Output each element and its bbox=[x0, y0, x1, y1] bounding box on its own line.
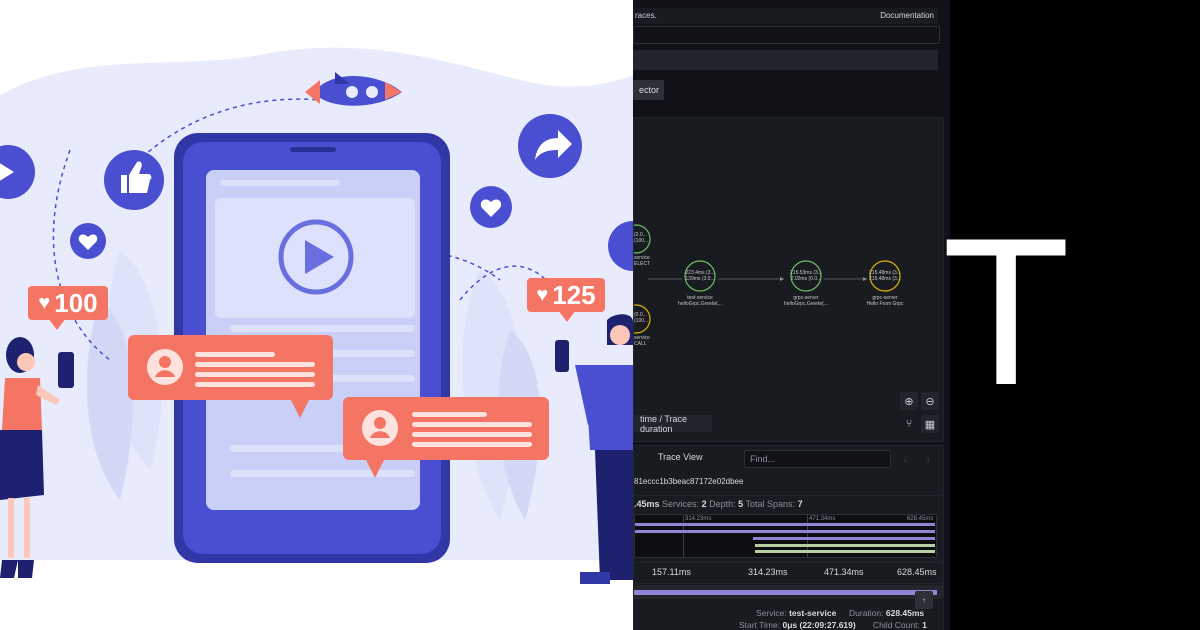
trace-minimap[interactable]: 314.23ms 471.34ms 628.45ms bbox=[634, 514, 937, 558]
timing-button-label: time / Trace duration bbox=[640, 413, 688, 434]
layout-icon[interactable]: ⑂ bbox=[900, 415, 918, 433]
graph-node-service: service CALL bbox=[634, 335, 650, 347]
like-count-badge-right: ♥ 125 bbox=[527, 278, 605, 312]
graph-node-stats[interactable]: (0.0... (100... bbox=[634, 312, 648, 324]
span-detail-service: Service: test-service bbox=[756, 608, 837, 618]
ruler-tick: 314.23ms bbox=[748, 567, 788, 577]
minimap-tick: 314.23ms bbox=[685, 516, 712, 522]
trace-duration: .45ms bbox=[634, 499, 660, 509]
trace-view-title: Trace View bbox=[658, 452, 703, 462]
heart-icon: ♥ bbox=[536, 283, 549, 306]
trace-ui-panel: races. Documentation ector (0.0... (100..… bbox=[633, 0, 950, 630]
span-bar bbox=[753, 537, 935, 540]
minimap-tick: 628.45ms bbox=[907, 516, 934, 522]
grid-view-icon[interactable]: ▦ bbox=[921, 415, 939, 433]
ruler-tick: 157.11ms bbox=[652, 567, 691, 577]
span-bar bbox=[635, 530, 935, 533]
find-input[interactable]: Find... bbox=[744, 450, 891, 468]
selector-button-label: ector bbox=[639, 85, 660, 95]
ruler-tick: 628.45ms bbox=[897, 567, 937, 577]
social-media-illustration: ♥ 100 ♥ 125 bbox=[0, 0, 633, 630]
divider bbox=[634, 495, 943, 496]
graph-node-service: grpc-server Hello From Grpc bbox=[866, 295, 904, 307]
graph-node-stats[interactable]: 223.4ms (3... 139ms (3.0... bbox=[682, 270, 718, 282]
graph-node-service: test-service helloGrpc.Greete(... bbox=[678, 295, 722, 307]
span-bar bbox=[755, 544, 935, 547]
chevron-up-icon[interactable]: ↑ bbox=[919, 450, 937, 468]
query-options-bar[interactable] bbox=[633, 50, 938, 70]
span-detail-start: Start Time: 0μs (22:09:27.619) bbox=[739, 620, 856, 630]
span-row[interactable] bbox=[634, 585, 943, 599]
node-metric-button[interactable]: time / Trace duration bbox=[634, 413, 712, 434]
graph-node-stats[interactable]: (0.0... (100... bbox=[634, 232, 648, 244]
node-graph-selector-button[interactable]: ector bbox=[633, 80, 664, 100]
graph-node-service: service ELECT bbox=[634, 255, 651, 267]
badge-pointer bbox=[558, 310, 576, 322]
header-bar: races. Documentation bbox=[633, 8, 938, 24]
scroll-up-icon[interactable]: ↑ bbox=[915, 591, 933, 609]
trace-view-panel: Trace View Find... ↓ ↑ 81eccc1b3beac8717… bbox=[633, 445, 944, 630]
badge-pointer bbox=[48, 318, 66, 330]
time-ruler: 157.11ms 314.23ms 471.34ms 628.45ms bbox=[634, 562, 943, 584]
zoom-out-icon[interactable]: ⊖ bbox=[921, 392, 939, 410]
minimap-tick: 471.34ms bbox=[809, 516, 836, 522]
partial-letter: T bbox=[942, 194, 1071, 429]
span-detail-child-count: Child Count: 1 bbox=[873, 620, 927, 630]
span-bar bbox=[755, 550, 935, 553]
graph-node-stats[interactable]: 215.48ms (3... 215.48ms (3... bbox=[867, 270, 903, 282]
header-text: races. bbox=[635, 11, 657, 20]
graph-node-stats[interactable]: 215.53ms (3... 2.02ms (0.0... bbox=[788, 270, 824, 282]
dark-side-strip: T bbox=[942, 0, 1200, 630]
query-input[interactable] bbox=[633, 26, 940, 44]
chevron-down-icon[interactable]: ↓ bbox=[896, 450, 914, 468]
like-count-badge-left: ♥ 100 bbox=[28, 286, 108, 320]
ruler-tick: 471.34ms bbox=[824, 567, 864, 577]
node-graph-panel: (0.0... (100... service ELECT (0.0... (100.… bbox=[633, 117, 944, 442]
like-count-left: 100 bbox=[54, 287, 98, 318]
span-detail-duration: Duration: 628.45ms bbox=[849, 608, 925, 618]
trace-id: 81eccc1b3beac87172e02dbee bbox=[634, 477, 744, 486]
documentation-link[interactable]: Documentation bbox=[880, 11, 934, 20]
like-count-right: 125 bbox=[552, 279, 596, 310]
heart-icon: ♥ bbox=[38, 291, 51, 314]
span-row-bar bbox=[634, 590, 937, 595]
graph-node-service: grpc-server helloGrpc.Greete(... bbox=[784, 295, 828, 307]
zoom-in-icon[interactable]: ⊕ bbox=[900, 392, 918, 410]
trace-summary: .45ms Services: 2 Depth: 5 Total Spans: … bbox=[634, 499, 803, 509]
span-bar bbox=[635, 523, 935, 526]
